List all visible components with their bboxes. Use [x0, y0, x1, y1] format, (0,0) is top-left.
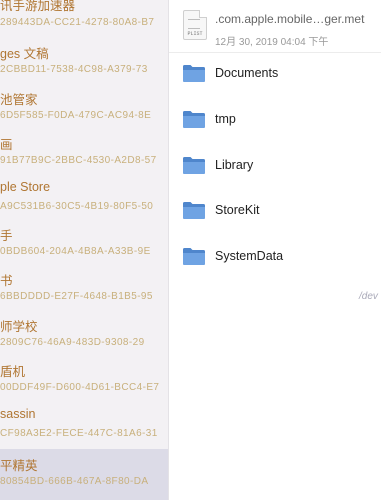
app-uuid: 2CBBD11-7538-4C98-A379-73 — [0, 64, 148, 75]
app-list-item[interactable]: 手 0BDB604-204A-4B8A-A33B-9E — [0, 222, 168, 267]
app-name: 画 — [0, 138, 13, 152]
app-list-item[interactable]: sassin CF98A3E2-FECE-447C-81A6-31 — [0, 404, 168, 449]
folder-icon — [183, 111, 205, 128]
app-name: 书 — [0, 274, 13, 288]
plist-file-icon: PLIST — [183, 10, 207, 40]
folder-label: StoreKit — [215, 203, 260, 217]
plist-file-name: .com.apple.mobile…ger.met — [215, 12, 365, 26]
app-name: ges 文稿 — [0, 47, 49, 61]
app-name: 盾机 — [0, 365, 26, 379]
folder-icon — [183, 202, 205, 219]
app-list-item[interactable]: 师学校 2809C76-46A9-483D-9308-29 — [0, 313, 168, 358]
app-name: ple Store — [0, 180, 51, 194]
folder-icon — [183, 65, 205, 82]
app-uuid: 80854BD-666B-467A-8F80-DA — [0, 476, 149, 487]
folder-label: SystemData — [215, 249, 284, 263]
app-uuid: 0BDB604-204A-4B8A-A33B-9E — [0, 246, 151, 257]
folder-row-library[interactable]: Library — [169, 148, 381, 188]
app-uuid: 00DDF49F-D600-4D61-BCC4-E7 — [0, 382, 160, 393]
folder-row-tmp[interactable]: tmp — [169, 102, 381, 142]
app-name: sassin — [0, 407, 36, 421]
app-list-item[interactable]: 盾机 00DDF49F-D600-4D61-BCC4-E7 — [0, 358, 168, 403]
plist-file-row[interactable]: PLIST .com.apple.mobile…ger.met 12月 30, … — [169, 0, 381, 53]
app-list-item[interactable]: 讯手游加速器 289443DA-CC21-4278-80A8-B7 — [0, 0, 168, 44]
app-name: 师学校 — [0, 320, 38, 334]
app-uuid: 289443DA-CC21-4278-80A8-B7 — [0, 17, 155, 28]
app-uuid: 6D5F585-F0DA-479C-AC94-8E — [0, 110, 152, 121]
app-list-item[interactable]: 书 6BBDDDD-E27F-4648-B1B5-95 — [0, 267, 168, 312]
folder-label: Documents — [215, 66, 279, 80]
folder-row-documents[interactable]: Documents — [169, 56, 381, 96]
file-browser-pane: PLIST .com.apple.mobile…ger.met 12月 30, … — [169, 0, 381, 500]
app-uuid: CF98A3E2-FECE-447C-81A6-31 — [0, 428, 158, 439]
folder-label: Library — [215, 158, 254, 172]
path-text: /dev — [359, 291, 378, 302]
app-uuid: 6BBDDDD-E27F-4648-B1B5-95 — [0, 291, 153, 302]
app-uuid: 91B77B9C-2BBC-4530-A2D8-57 — [0, 155, 157, 166]
app-list-item-selected[interactable]: 平精英 80854BD-666B-467A-8F80-DA — [0, 449, 168, 500]
app-list-item[interactable]: ges 文稿 2CBBD11-7538-4C98-A379-73 — [0, 40, 168, 85]
folder-icon — [183, 157, 205, 174]
app-name: 池管家 — [0, 93, 38, 107]
plist-icon-tag: PLIST — [187, 31, 203, 37]
app-uuid: 2809C76-46A9-483D-9308-29 — [0, 337, 145, 348]
app-name: 手 — [0, 229, 13, 243]
folder-icon — [183, 248, 205, 265]
app-list-item[interactable]: 画 91B77B9C-2BBC-4530-A2D8-57 — [0, 131, 168, 176]
app-uuid: A9C531B6-30C5-4B19-80F5-50 — [0, 201, 154, 212]
app-list-item[interactable]: ple Store A9C531B6-30C5-4B19-80F5-50 — [0, 177, 168, 222]
app-name: 平精英 — [0, 459, 38, 473]
folder-row-storekit[interactable]: StoreKit — [169, 193, 381, 233]
app-list-item[interactable]: 池管家 6D5F585-F0DA-479C-AC94-8E — [0, 86, 168, 131]
app-list-pane: 讯手游加速器 289443DA-CC21-4278-80A8-B7 ges 文稿… — [0, 0, 169, 500]
plist-file-date: 12月 30, 2019 04:04 下午 — [215, 37, 329, 48]
folder-row-systemdata[interactable]: SystemData — [169, 239, 381, 279]
folder-label: tmp — [215, 112, 236, 126]
app-name: 讯手游加速器 — [0, 0, 76, 13]
